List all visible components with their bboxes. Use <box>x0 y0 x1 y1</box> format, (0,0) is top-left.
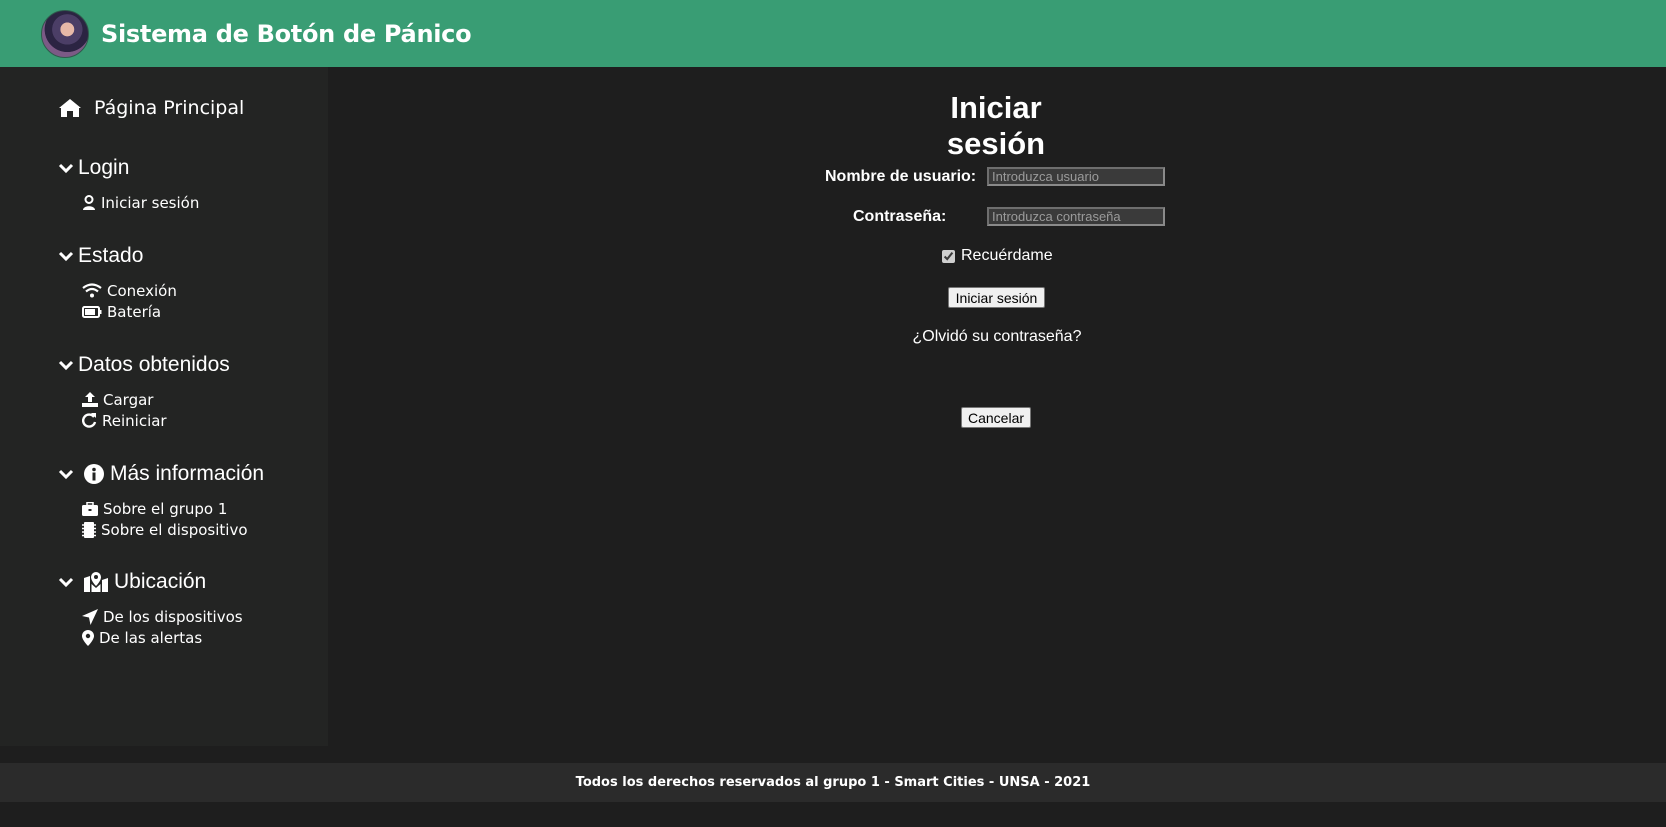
location-arrow-icon <box>82 608 98 625</box>
map-marked-icon <box>84 572 108 592</box>
sidebar-item-label: Conexión <box>107 281 177 300</box>
sidebar-section-datos: Datos obtenidos Cargar Reiniciar <box>58 352 230 431</box>
battery-icon <box>82 305 102 318</box>
chevron-down-icon <box>58 251 74 262</box>
remember-checkbox[interactable] <box>942 249 955 263</box>
upload-icon <box>82 392 98 407</box>
sidebar-item-label: Página Principal <box>94 97 245 119</box>
sidebar-section-login: Login Iniciar sesión <box>58 155 199 213</box>
footer-text: Todos los derechos reservados al grupo 1… <box>575 775 1091 790</box>
sidebar-item-sobre-grupo[interactable]: Sobre el grupo 1 <box>82 498 264 519</box>
sidebar-item-reiniciar[interactable]: Reiniciar <box>82 410 230 431</box>
sidebar: Página Principal Login Iniciar sesión Es… <box>0 67 328 746</box>
chevron-down-icon <box>58 577 74 588</box>
chevron-down-icon <box>58 360 74 371</box>
sidebar-section-mas-informacion: Más información Sobre el grupo 1 Sobre e… <box>58 461 264 540</box>
wifi-icon <box>82 283 102 298</box>
section-label: Login <box>78 156 130 179</box>
sidebar-item-de-las-alertas[interactable]: De las alertas <box>82 627 243 648</box>
page-title: Iniciar sesión <box>946 90 1046 161</box>
sidebar-section-header[interactable]: Datos obtenidos <box>58 352 230 378</box>
info-icon <box>84 464 104 484</box>
briefcase-icon <box>82 501 98 516</box>
password-label: Contraseña: <box>853 208 947 225</box>
chevron-down-icon <box>58 469 74 480</box>
cancel-button[interactable]: Cancelar <box>961 407 1031 428</box>
user-login-icon <box>83 195 95 210</box>
sidebar-item-label: Batería <box>107 302 162 321</box>
sidebar-section-header[interactable]: Estado <box>58 243 177 269</box>
sidebar-item-label: Reiniciar <box>102 411 167 430</box>
section-label: Estado <box>78 244 144 267</box>
remember-label: Recuérdame <box>961 247 1053 264</box>
sidebar-item-conexion[interactable]: Conexión <box>82 280 177 301</box>
sidebar-section-ubicacion: Ubicación De los dispositivos De las ale… <box>58 569 243 648</box>
section-label: Más información <box>110 462 265 485</box>
sidebar-item-home[interactable]: Página Principal <box>58 97 244 119</box>
sidebar-item-cargar[interactable]: Cargar <box>82 389 230 410</box>
sidebar-item-label: De las alertas <box>99 628 203 647</box>
section-label: Ubicación <box>114 570 207 593</box>
sidebar-item-label: Sobre el grupo 1 <box>103 499 228 518</box>
section-label: Datos obtenidos <box>78 353 230 376</box>
login-button[interactable]: Iniciar sesión <box>948 287 1045 308</box>
chevron-down-icon <box>58 163 74 174</box>
password-input[interactable] <box>987 207 1165 226</box>
username-label: Nombre de usuario: <box>825 168 977 185</box>
app-title: Sistema de Botón de Pánico <box>101 19 472 48</box>
sidebar-item-label: Cargar <box>103 390 154 409</box>
home-icon <box>59 99 81 117</box>
sidebar-item-bateria[interactable]: Batería <box>82 301 177 322</box>
sidebar-item-label: Iniciar sesión <box>101 193 200 212</box>
sidebar-section-header[interactable]: Login <box>58 155 199 181</box>
avatar <box>41 9 89 58</box>
app-header: Sistema de Botón de Pánico <box>0 0 1666 67</box>
sidebar-section-header[interactable]: Más información <box>58 461 264 487</box>
sidebar-item-label: Sobre el dispositivo <box>101 520 248 539</box>
remember-me: Recuérdame <box>942 247 1053 265</box>
redo-icon <box>82 413 97 428</box>
chip-icon <box>82 521 96 538</box>
sidebar-section-estado: Estado Conexión Batería <box>58 243 177 322</box>
map-marker-icon <box>82 629 94 646</box>
sidebar-item-de-los-dispositivos[interactable]: De los dispositivos <box>82 606 243 627</box>
sidebar-item-sobre-dispositivo[interactable]: Sobre el dispositivo <box>82 519 264 540</box>
sidebar-item-label: De los dispositivos <box>103 607 243 626</box>
username-input[interactable] <box>987 167 1165 186</box>
footer: Todos los derechos reservados al grupo 1… <box>0 763 1666 802</box>
sidebar-item-iniciar-sesion[interactable]: Iniciar sesión <box>82 192 199 213</box>
forgot-password-link[interactable]: ¿Olvidó su contraseña? <box>912 328 1082 346</box>
sidebar-section-header[interactable]: Ubicación <box>58 569 243 595</box>
